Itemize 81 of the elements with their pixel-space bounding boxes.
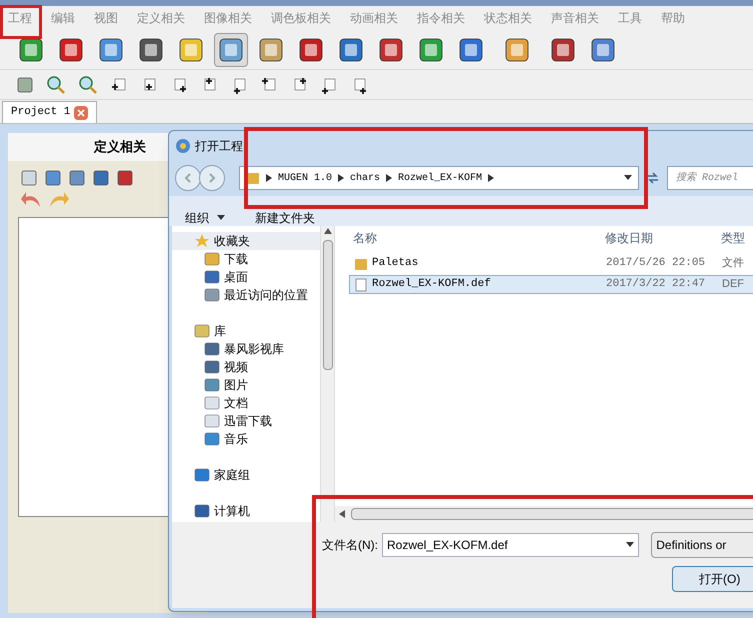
dropdown-caret-icon xyxy=(626,542,634,548)
filename-field[interactable]: Rozwel_EX-KOFM.def xyxy=(382,533,640,557)
toolbar-icon xyxy=(217,36,245,64)
panel-tool-icon xyxy=(68,169,86,187)
toolbar-icon xyxy=(97,36,125,64)
column-header[interactable]: 修改日期 xyxy=(595,229,715,247)
scroll-thumb[interactable] xyxy=(322,240,332,370)
toolbar-icon xyxy=(57,36,85,64)
app-icon xyxy=(175,138,191,154)
file-date: 2017/3/22 22:47 xyxy=(605,277,706,292)
file-row[interactable]: Paletas 2017/5/26 22:05 文件 xyxy=(349,254,753,273)
open-button[interactable]: 打开(O) xyxy=(672,566,753,592)
nav-item[interactable]: 视频 xyxy=(224,358,248,376)
align-icon xyxy=(110,76,128,94)
align-icon xyxy=(320,76,338,94)
address-bar[interactable]: MUGEN 1.0 chars Rozwel_EX-KOFM xyxy=(239,166,639,190)
toolbar-icon xyxy=(589,36,617,64)
breadcrumb-item[interactable]: MUGEN 1.0 xyxy=(278,170,332,186)
scroll-left-icon[interactable] xyxy=(339,510,345,518)
column-header[interactable]: 名称 xyxy=(335,229,595,247)
calculator-icon xyxy=(16,76,34,94)
zoom-out-icon xyxy=(78,74,98,94)
toolbar-icon xyxy=(503,36,531,64)
file-type-dropdown[interactable]: Definitions or xyxy=(651,532,753,558)
file-date: 2017/5/26 22:05 xyxy=(605,256,706,272)
nav-item[interactable]: 家庭组 xyxy=(214,466,250,484)
toolbar-icon xyxy=(417,36,445,64)
refresh-icon[interactable] xyxy=(645,170,661,186)
nav-item[interactable]: 下载 xyxy=(224,250,248,268)
toolbar-button[interactable] xyxy=(214,32,248,66)
nav-item[interactable]: 桌面 xyxy=(224,268,248,286)
organize-menu[interactable]: 组织 xyxy=(185,212,209,224)
panel-tool-icon xyxy=(92,169,110,187)
filename-label: 文件名(N): xyxy=(322,537,378,554)
nav-item[interactable]: 暴风影视库 xyxy=(224,340,284,358)
chevron-right-icon xyxy=(488,174,494,182)
toolbar-icon xyxy=(177,36,205,64)
toolbar-icon xyxy=(337,36,365,64)
file-row[interactable]: Rozwel_EX-KOFM.def 2017/3/22 22:47 DEF xyxy=(349,275,753,294)
tab-label: Project 1 xyxy=(11,105,70,120)
file-icon xyxy=(354,278,368,292)
panel-tool-icon xyxy=(20,169,38,187)
toolbar-icon xyxy=(377,36,405,64)
close-icon[interactable] xyxy=(74,106,88,120)
file-name: Rozwel_EX-KOFM.def xyxy=(372,277,491,292)
star-icon xyxy=(194,233,210,249)
toolbar-icon xyxy=(257,36,285,64)
caret-icon xyxy=(217,215,225,221)
project-tab[interactable]: Project 1 xyxy=(2,101,98,123)
new-folder-button[interactable]: 新建文件夹 xyxy=(255,212,315,224)
nav-item[interactable]: 最近访问的位置 xyxy=(224,286,308,304)
zoom-in-icon xyxy=(46,74,66,94)
breadcrumb-item[interactable]: Rozwel_EX-KOFM xyxy=(398,170,482,186)
breadcrumb-item[interactable]: chars xyxy=(350,170,380,186)
chevron-right-icon xyxy=(266,174,272,182)
chevron-right-icon xyxy=(338,174,344,182)
panel-tool-icon xyxy=(44,169,62,187)
align-icon xyxy=(260,76,278,94)
nav-item[interactable]: 图片 xyxy=(224,376,248,394)
nav-item[interactable]: 库 xyxy=(214,322,226,340)
file-name: Paletas xyxy=(372,256,418,272)
toolbar-icon xyxy=(297,36,325,64)
chevron-right-icon xyxy=(386,174,392,182)
search-field[interactable]: 搜索 Rozwel xyxy=(667,166,753,190)
file-type: DEF xyxy=(721,277,744,292)
panel-tool-icon xyxy=(116,169,134,187)
column-header[interactable]: 类型 xyxy=(715,229,745,247)
panel-title: 定义相关 xyxy=(94,138,146,156)
scroll-thumb[interactable] xyxy=(351,508,753,520)
nav-item[interactable]: 文档 xyxy=(224,394,248,412)
nav-item[interactable]: 迅雷下载 xyxy=(224,412,272,430)
dropdown-caret-icon xyxy=(624,175,632,181)
dialog-title: 打开工程 xyxy=(195,138,243,154)
scroll-up-icon[interactable] xyxy=(324,228,332,234)
toolbar-icon xyxy=(549,36,577,64)
toolbar-icon xyxy=(137,36,165,64)
toolbar-icon xyxy=(457,36,485,64)
file-type: 文件 xyxy=(721,256,744,272)
nav-item[interactable]: 音乐 xyxy=(224,430,248,448)
nav-item[interactable]: 计算机 xyxy=(214,502,250,520)
highlight-frame xyxy=(0,5,42,39)
